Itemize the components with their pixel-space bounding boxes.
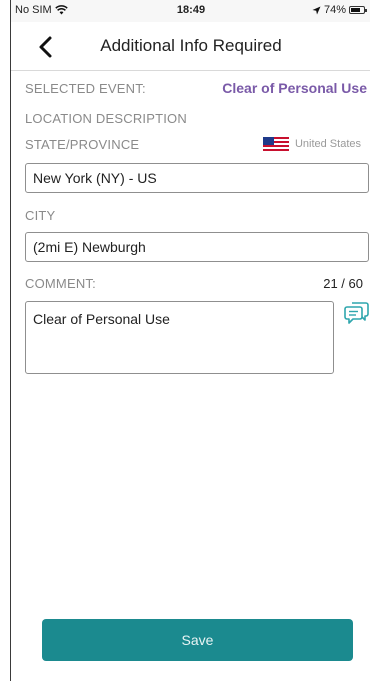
selected-event-value: Clear of Personal Use <box>222 80 367 96</box>
status-bar: No SIM 18:49 74% <box>11 0 370 22</box>
status-right: 74% <box>312 4 367 16</box>
comment-char-counter: 21 / 60 <box>323 276 363 291</box>
location-description-label: LOCATION DESCRIPTION <box>25 111 187 126</box>
location-arrow-icon <box>312 6 321 14</box>
city-input[interactable] <box>25 232 369 262</box>
battery-percent: 74% <box>323 4 346 16</box>
comments-icon[interactable] <box>344 301 370 325</box>
city-label: CITY <box>25 208 56 223</box>
country-selector[interactable]: United States <box>262 137 361 151</box>
app-screen: No SIM 18:49 74% Additional Info Require… <box>10 0 370 681</box>
comment-textarea[interactable]: Clear of Personal Use <box>25 301 334 374</box>
state-province-input[interactable] <box>25 163 369 193</box>
battery-fill <box>351 8 360 12</box>
country-name: United States <box>294 138 361 150</box>
page-title: Additional Info Required <box>100 36 282 55</box>
us-flag-icon <box>262 137 289 151</box>
comment-label: COMMENT: <box>25 276 96 291</box>
state-province-label: STATE/PROVINCE <box>25 137 140 152</box>
save-button[interactable]: Save <box>42 619 353 661</box>
battery-icon <box>349 6 367 14</box>
selected-event-label: SELECTED EVENT: <box>25 81 146 96</box>
nav-bar: Additional Info Required <box>11 22 370 71</box>
